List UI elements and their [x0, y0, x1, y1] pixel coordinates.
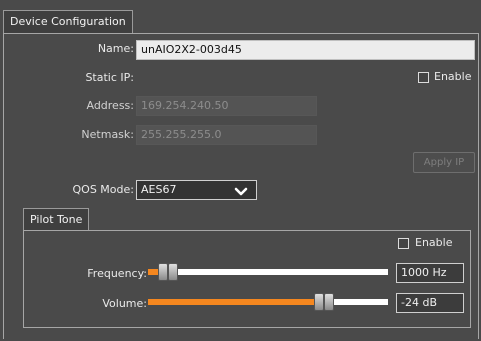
qos-mode-label: QOS Mode: — [72, 183, 134, 196]
volume-label: Volume: — [102, 297, 147, 310]
frequency-label: Frequency: — [87, 267, 147, 280]
pilot-tone-enable-label: Enable — [415, 236, 453, 249]
frequency-slider-track — [148, 269, 388, 275]
apply-ip-button[interactable]: Apply IP — [413, 152, 475, 173]
volume-slider-fill — [148, 299, 323, 305]
volume-slider[interactable] — [148, 292, 388, 312]
qos-mode-value: AES67 — [141, 183, 177, 196]
device-configuration-tab[interactable]: Device Configuration — [3, 10, 133, 34]
static-ip-enable-label: Enable — [434, 70, 472, 83]
name-label: Name: — [97, 42, 134, 55]
pilot-tone-enable-checkbox[interactable] — [398, 238, 409, 249]
qos-mode-select[interactable]: AES67 — [136, 180, 257, 200]
frequency-slider-thumb[interactable] — [158, 263, 168, 281]
address-label: Address: — [86, 99, 134, 112]
frequency-slider[interactable] — [148, 262, 388, 282]
chevron-down-icon — [234, 185, 248, 203]
pilot-tone-tab[interactable]: Pilot Tone — [23, 208, 90, 231]
address-field[interactable]: 169.254.240.50 — [136, 96, 317, 116]
netmask-field[interactable]: 255.255.255.0 — [136, 125, 317, 145]
volume-slider-thumb[interactable] — [314, 293, 324, 311]
static-ip-label: Static IP: — [85, 71, 134, 84]
frequency-value-field[interactable]: 1000 Hz — [396, 263, 464, 283]
volume-value-field[interactable]: -24 dB — [396, 293, 464, 313]
netmask-label: Netmask: — [81, 128, 134, 141]
static-ip-enable-checkbox[interactable] — [418, 72, 429, 83]
frequency-slider-thumb-right[interactable] — [168, 263, 178, 281]
volume-slider-thumb-right[interactable] — [324, 293, 334, 311]
name-field[interactable]: unAIO2X2-003d45 — [136, 40, 475, 60]
